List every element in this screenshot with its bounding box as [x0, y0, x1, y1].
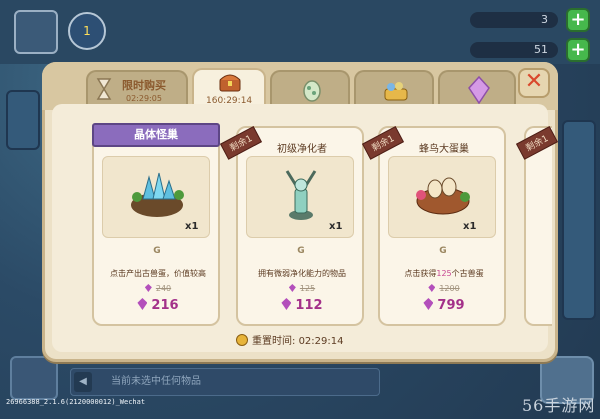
- card-1-qty: x1: [185, 221, 199, 232]
- resource1-value: 3: [541, 13, 548, 26]
- version-label: 26966388_2.1.6(2120000012)_Wechat: [6, 398, 146, 406]
- card-image-frame: x1: [388, 156, 496, 238]
- add-resource2-button[interactable]: +: [566, 38, 590, 62]
- card-1-old-price-value: 240: [155, 284, 172, 293]
- egg-icon: [303, 80, 321, 102]
- card-3-old-price-value: 1200: [439, 284, 460, 293]
- selection-hint-text: 当前未选中任何物品: [111, 376, 201, 387]
- resource2-value: 51: [534, 43, 548, 56]
- card-image-frame: x1: [102, 156, 210, 238]
- add-resource1-button[interactable]: +: [566, 8, 590, 32]
- hourglass-icon: [96, 78, 112, 100]
- card-3-desc-suffix: 个古兽蛋: [451, 269, 484, 278]
- card-3-old-price: 1200: [380, 284, 508, 293]
- tab-chest[interactable]: 160:29:14: [192, 68, 266, 108]
- player-avatar[interactable]: [14, 10, 58, 54]
- bottom-left-button[interactable]: [10, 356, 58, 400]
- tab-limited-time[interactable]: 限时购买 02:29:05: [86, 70, 188, 108]
- food-basket-icon: [384, 82, 408, 101]
- card-2-old-price-value: 125: [299, 284, 316, 293]
- purifier-icon: [285, 170, 317, 220]
- card-3-price: 799: [380, 298, 508, 313]
- tab-gem[interactable]: [438, 70, 516, 108]
- gem-icon: [144, 284, 152, 292]
- tab-limited-time-left: 02:29:05: [126, 94, 162, 103]
- card-1-old-price: 240: [94, 284, 222, 293]
- shop-card-1[interactable]: x1 G 点击产出古兽蛋，价值较高 240 216: [92, 126, 220, 326]
- card-1-price: 216: [94, 298, 222, 313]
- level-badge-value: 1: [83, 24, 91, 38]
- info-icon: G: [297, 246, 305, 256]
- back-arrow-icon[interactable]: ◀: [74, 372, 92, 392]
- crystal-nest-icon: [131, 172, 184, 217]
- reset-time: 02:29:14: [298, 336, 344, 347]
- card-2-desc: 拥有微弱净化能力的物品: [258, 269, 346, 278]
- info-icon: G: [153, 246, 161, 256]
- card-1-banner: 晶体怪巢: [92, 123, 220, 147]
- shop-card-3[interactable]: 蜂鸟大蛋巢 x1 G 点击获得125个古兽蛋 1200 799: [378, 126, 506, 326]
- card-3-desc: 点击获得125个古兽蛋: [380, 268, 508, 279]
- card-2-qty: x1: [329, 221, 343, 232]
- reset-label: 重置时间:: [252, 336, 296, 347]
- level-badge[interactable]: 1: [68, 12, 106, 50]
- card-image-frame: x1: [246, 156, 354, 238]
- tab-egg[interactable]: [270, 70, 350, 108]
- gem-icon: [281, 298, 292, 310]
- gem-icon: [423, 298, 434, 310]
- watermark: 56手游网: [522, 396, 596, 415]
- reset-timer: 重置时间: 02:29:14: [236, 332, 343, 347]
- close-icon: ✕: [524, 69, 544, 94]
- card-2-old-price: 125: [238, 284, 366, 293]
- treasure-chest-icon: [219, 74, 241, 92]
- hummingbird-nest-icon: [416, 177, 470, 215]
- side-tile-right: [562, 120, 596, 320]
- resource-bar-2: 51: [470, 42, 558, 58]
- card-2-price: 112: [238, 298, 366, 313]
- card-1-desc: 点击产出古兽蛋，价值较高: [110, 269, 206, 278]
- selection-hint: 当前未选中任何物品: [70, 368, 380, 396]
- card-3-qty: x1: [463, 221, 477, 232]
- gem-icon: [288, 284, 296, 292]
- resource-bar-1: 3: [470, 12, 558, 28]
- gem-icon: [428, 284, 436, 292]
- shop-card-2[interactable]: 初级净化者 x1 G 拥有微弱净化能力的物品 125 112: [236, 126, 364, 326]
- close-button[interactable]: ✕: [518, 68, 550, 98]
- tab-food[interactable]: [354, 70, 434, 108]
- clock-icon: [236, 334, 248, 346]
- purple-gem-icon: [468, 76, 490, 104]
- card-2-price-value: 112: [295, 298, 323, 313]
- side-tile-left: [6, 90, 40, 150]
- card-3-desc-prefix: 点击获得: [404, 269, 437, 278]
- card-3-desc-count: 125: [436, 269, 452, 278]
- card-1-price-value: 216: [151, 298, 179, 313]
- card-3-price-value: 799: [437, 298, 465, 313]
- gem-icon: [137, 298, 148, 310]
- tab-limited-title: 限时购买: [122, 79, 166, 92]
- info-icon: G: [439, 246, 447, 256]
